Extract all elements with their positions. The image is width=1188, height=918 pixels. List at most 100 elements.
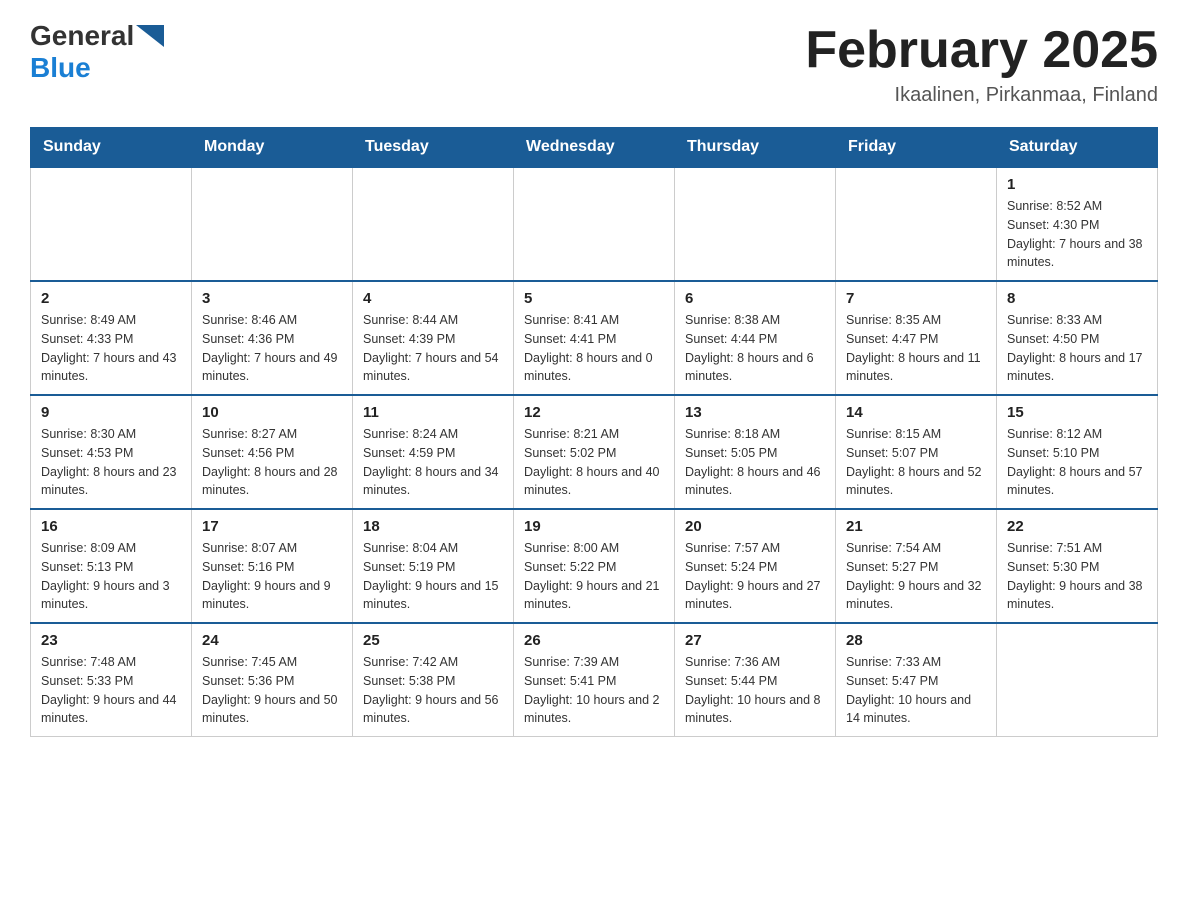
day-number: 16 bbox=[41, 518, 181, 535]
day-number: 1 bbox=[1007, 176, 1147, 193]
calendar-week-4: 16 Sunrise: 8:09 AMSunset: 5:13 PMDayligh… bbox=[31, 509, 1158, 623]
day-number: 9 bbox=[41, 404, 181, 421]
day-info: Sunrise: 8:09 AMSunset: 5:13 PMDaylight:… bbox=[41, 539, 181, 614]
logo-arrow-icon bbox=[136, 25, 164, 47]
day-number: 3 bbox=[202, 290, 342, 307]
calendar-cell: 8 Sunrise: 8:33 AMSunset: 4:50 PMDaylight… bbox=[997, 281, 1158, 395]
page-header: General Blue February 2025 Ikaalinen, Pi… bbox=[30, 20, 1158, 107]
day-number: 19 bbox=[524, 518, 664, 535]
weekday-header-tuesday: Tuesday bbox=[353, 128, 514, 168]
calendar-cell: 20 Sunrise: 7:57 AMSunset: 5:24 PMDayligh… bbox=[675, 509, 836, 623]
weekday-header-thursday: Thursday bbox=[675, 128, 836, 168]
calendar-cell: 18 Sunrise: 8:04 AMSunset: 5:19 PMDayligh… bbox=[353, 509, 514, 623]
calendar-week-2: 2 Sunrise: 8:49 AMSunset: 4:33 PMDaylight… bbox=[31, 281, 1158, 395]
day-info: Sunrise: 8:04 AMSunset: 5:19 PMDaylight:… bbox=[363, 539, 503, 614]
calendar-cell: 14 Sunrise: 8:15 AMSunset: 5:07 PMDayligh… bbox=[836, 395, 997, 509]
calendar-body: 1 Sunrise: 8:52 AMSunset: 4:30 PMDaylight… bbox=[31, 167, 1158, 737]
day-info: Sunrise: 8:30 AMSunset: 4:53 PMDaylight:… bbox=[41, 425, 181, 500]
day-info: Sunrise: 8:49 AMSunset: 4:33 PMDaylight:… bbox=[41, 311, 181, 386]
day-number: 24 bbox=[202, 632, 342, 649]
day-number: 8 bbox=[1007, 290, 1147, 307]
calendar-cell: 24 Sunrise: 7:45 AMSunset: 5:36 PMDayligh… bbox=[192, 623, 353, 737]
day-number: 12 bbox=[524, 404, 664, 421]
day-number: 6 bbox=[685, 290, 825, 307]
weekday-header-friday: Friday bbox=[836, 128, 997, 168]
calendar-cell bbox=[836, 167, 997, 281]
day-info: Sunrise: 8:00 AMSunset: 5:22 PMDaylight:… bbox=[524, 539, 664, 614]
calendar-cell bbox=[514, 167, 675, 281]
day-info: Sunrise: 8:38 AMSunset: 4:44 PMDaylight:… bbox=[685, 311, 825, 386]
day-number: 26 bbox=[524, 632, 664, 649]
calendar-cell bbox=[31, 167, 192, 281]
calendar-cell: 21Sunrise: 7:54 AMSunset: 5:27 PMDayligh… bbox=[836, 509, 997, 623]
logo-blue-text: Blue bbox=[30, 52, 91, 84]
day-info: Sunrise: 7:51 AMSunset: 5:30 PMDaylight:… bbox=[1007, 539, 1147, 614]
calendar-cell: 19 Sunrise: 8:00 AMSunset: 5:22 PMDayligh… bbox=[514, 509, 675, 623]
day-number: 7 bbox=[846, 290, 986, 307]
day-info: Sunrise: 8:21 AMSunset: 5:02 PMDaylight:… bbox=[524, 425, 664, 500]
calendar-cell: 11 Sunrise: 8:24 AMSunset: 4:59 PMDayligh… bbox=[353, 395, 514, 509]
day-info: Sunrise: 7:36 AMSunset: 5:44 PMDaylight:… bbox=[685, 653, 825, 728]
day-info: Sunrise: 8:15 AMSunset: 5:07 PMDaylight:… bbox=[846, 425, 986, 500]
calendar-cell: 25 Sunrise: 7:42 AMSunset: 5:38 PMDayligh… bbox=[353, 623, 514, 737]
day-number: 28 bbox=[846, 632, 986, 649]
weekday-header-saturday: Saturday bbox=[997, 128, 1158, 168]
title-area: February 2025 Ikaalinen, Pirkanmaa, Finl… bbox=[805, 20, 1158, 107]
calendar-header: SundayMondayTuesdayWednesdayThursdayFrid… bbox=[31, 128, 1158, 168]
day-number: 20 bbox=[685, 518, 825, 535]
day-info: Sunrise: 7:48 AMSunset: 5:33 PMDaylight:… bbox=[41, 653, 181, 728]
day-number: 15 bbox=[1007, 404, 1147, 421]
weekday-header-sunday: Sunday bbox=[31, 128, 192, 168]
day-number: 14 bbox=[846, 404, 986, 421]
calendar-cell: 7 Sunrise: 8:35 AMSunset: 4:47 PMDaylight… bbox=[836, 281, 997, 395]
day-number: 22 bbox=[1007, 518, 1147, 535]
calendar-cell: 5Sunrise: 8:41 AMSunset: 4:41 PMDaylight… bbox=[514, 281, 675, 395]
day-info: Sunrise: 8:18 AMSunset: 5:05 PMDaylight:… bbox=[685, 425, 825, 500]
day-number: 18 bbox=[363, 518, 503, 535]
calendar-cell: 2 Sunrise: 8:49 AMSunset: 4:33 PMDaylight… bbox=[31, 281, 192, 395]
calendar-cell: 6 Sunrise: 8:38 AMSunset: 4:44 PMDaylight… bbox=[675, 281, 836, 395]
day-info: Sunrise: 8:12 AMSunset: 5:10 PMDaylight:… bbox=[1007, 425, 1147, 500]
day-info: Sunrise: 7:57 AMSunset: 5:24 PMDaylight:… bbox=[685, 539, 825, 614]
day-info: Sunrise: 7:42 AMSunset: 5:38 PMDaylight:… bbox=[363, 653, 503, 728]
calendar-cell bbox=[997, 623, 1158, 737]
weekday-header-monday: Monday bbox=[192, 128, 353, 168]
logo-general-text: General bbox=[30, 20, 134, 52]
day-number: 2 bbox=[41, 290, 181, 307]
weekday-header-wednesday: Wednesday bbox=[514, 128, 675, 168]
day-info: Sunrise: 8:35 AMSunset: 4:47 PMDaylight:… bbox=[846, 311, 986, 386]
day-info: Sunrise: 7:39 AMSunset: 5:41 PMDaylight:… bbox=[524, 653, 664, 728]
day-info: Sunrise: 8:44 AMSunset: 4:39 PMDaylight:… bbox=[363, 311, 503, 386]
calendar-cell: 12 Sunrise: 8:21 AMSunset: 5:02 PMDayligh… bbox=[514, 395, 675, 509]
location-text: Ikaalinen, Pirkanmaa, Finland bbox=[805, 84, 1158, 107]
day-number: 23 bbox=[41, 632, 181, 649]
calendar-cell: 23 Sunrise: 7:48 AMSunset: 5:33 PMDayligh… bbox=[31, 623, 192, 737]
day-number: 21 bbox=[846, 518, 986, 535]
calendar-cell: 3 Sunrise: 8:46 AMSunset: 4:36 PMDaylight… bbox=[192, 281, 353, 395]
calendar-week-5: 23 Sunrise: 7:48 AMSunset: 5:33 PMDayligh… bbox=[31, 623, 1158, 737]
calendar-cell bbox=[675, 167, 836, 281]
day-info: Sunrise: 8:33 AMSunset: 4:50 PMDaylight:… bbox=[1007, 311, 1147, 386]
calendar-cell: 1 Sunrise: 8:52 AMSunset: 4:30 PMDaylight… bbox=[997, 167, 1158, 281]
month-title: February 2025 bbox=[805, 20, 1158, 80]
calendar-cell: 9 Sunrise: 8:30 AMSunset: 4:53 PMDaylight… bbox=[31, 395, 192, 509]
day-number: 17 bbox=[202, 518, 342, 535]
calendar-cell: 22 Sunrise: 7:51 AMSunset: 5:30 PMDayligh… bbox=[997, 509, 1158, 623]
calendar-week-1: 1 Sunrise: 8:52 AMSunset: 4:30 PMDaylight… bbox=[31, 167, 1158, 281]
day-info: Sunrise: 8:46 AMSunset: 4:36 PMDaylight:… bbox=[202, 311, 342, 386]
day-info: Sunrise: 8:07 AMSunset: 5:16 PMDaylight:… bbox=[202, 539, 342, 614]
day-info: Sunrise: 8:52 AMSunset: 4:30 PMDaylight:… bbox=[1007, 197, 1147, 272]
day-number: 25 bbox=[363, 632, 503, 649]
calendar-cell: 26 Sunrise: 7:39 AMSunset: 5:41 PMDayligh… bbox=[514, 623, 675, 737]
day-info: Sunrise: 7:45 AMSunset: 5:36 PMDaylight:… bbox=[202, 653, 342, 728]
calendar-cell: 10Sunrise: 8:27 AMSunset: 4:56 PMDayligh… bbox=[192, 395, 353, 509]
day-number: 5 bbox=[524, 290, 664, 307]
day-number: 27 bbox=[685, 632, 825, 649]
calendar-week-3: 9 Sunrise: 8:30 AMSunset: 4:53 PMDaylight… bbox=[31, 395, 1158, 509]
day-info: Sunrise: 8:24 AMSunset: 4:59 PMDaylight:… bbox=[363, 425, 503, 500]
calendar-cell: 16 Sunrise: 8:09 AMSunset: 5:13 PMDayligh… bbox=[31, 509, 192, 623]
calendar-cell: 15 Sunrise: 8:12 AMSunset: 5:10 PMDayligh… bbox=[997, 395, 1158, 509]
day-info: Sunrise: 8:27 AMSunset: 4:56 PMDaylight:… bbox=[202, 425, 342, 500]
calendar-cell: 28Sunrise: 7:33 AMSunset: 5:47 PMDayligh… bbox=[836, 623, 997, 737]
day-number: 11 bbox=[363, 404, 503, 421]
